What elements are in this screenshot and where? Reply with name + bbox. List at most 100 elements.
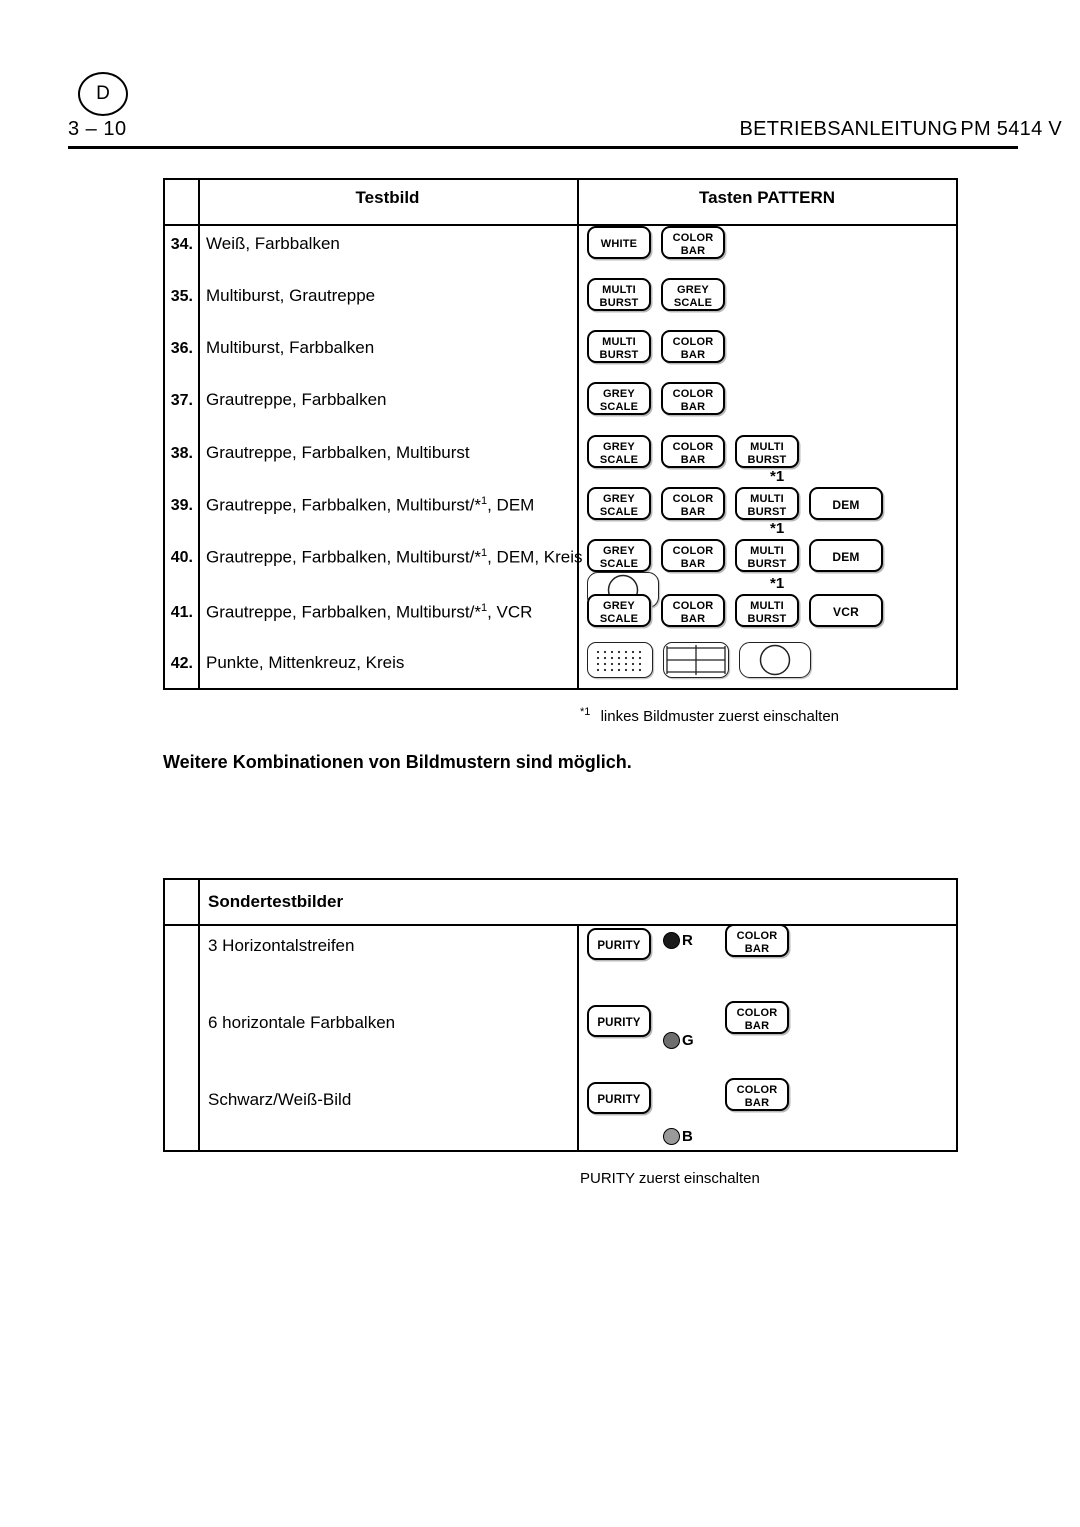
bold-note: Weitere Kombinationen von Bildmustern si… <box>163 752 632 772</box>
sondertestbilder-table: Sondertestbilder 3 Horizontalstreifen PU… <box>163 878 958 1152</box>
table-row-label: Weiß, Farbbalken <box>206 234 340 253</box>
table-row-number: 40. <box>170 549 193 566</box>
table-row-keys: WHITE COLOR BAR <box>587 226 725 259</box>
table-row-number: 41. <box>170 604 193 621</box>
table-row-label: Grautreppe, Farbbalken, Multiburst <box>206 443 470 462</box>
table1-center-column-divider <box>577 180 579 688</box>
key-purity[interactable]: PURITY <box>587 1082 651 1114</box>
key-color-bar[interactable]: COLOR BAR <box>661 487 725 520</box>
key-grey-scale[interactable]: GREY SCALE <box>587 594 651 627</box>
footnote-marker-star: *1 <box>770 575 785 592</box>
led-label: B <box>682 1128 693 1146</box>
table-row-label: Multiburst, Grautreppe <box>206 286 376 305</box>
language-badge-letter: D <box>96 83 110 104</box>
table2-row-keys: PURITY <box>587 928 651 960</box>
testbild-table: Testbild Tasten PATTERN 34. Weiß, Farbba… <box>163 178 958 690</box>
header-divider <box>68 146 1018 149</box>
table-row-label: Multiburst, Farbbalken <box>206 338 375 357</box>
key-dem[interactable]: DEM <box>809 487 883 520</box>
table-row-keys: MULTI BURST GREY SCALE <box>587 278 725 311</box>
key-multi-burst[interactable]: MULTI BURST <box>735 594 799 627</box>
key-white[interactable]: WHITE <box>587 226 651 259</box>
table-row-number: 42. <box>170 655 193 672</box>
table1-header-tasten: Tasten PATTERN <box>698 188 835 207</box>
table-row-label-pre: Grautreppe, Farbbalken, Multiburst/* <box>206 547 481 567</box>
footnote-marker-star: *1 <box>770 520 785 537</box>
key-grey-scale[interactable]: GREY SCALE <box>587 435 651 468</box>
dots-icon <box>596 650 642 672</box>
key-color-bar[interactable]: COLOR BAR <box>661 330 725 363</box>
key-multi-burst[interactable]: MULTI BURST <box>735 487 799 520</box>
key-color-bar[interactable]: COLOR BAR <box>725 924 789 957</box>
key-dots-pattern[interactable] <box>587 642 653 678</box>
key-multi-burst[interactable]: MULTI BURST <box>587 330 651 363</box>
led-indicator-g: G <box>663 1032 694 1050</box>
table1-header-divider <box>165 224 956 226</box>
table2-row-keys: PURITY <box>587 1082 651 1114</box>
key-grey-scale[interactable]: GREY SCALE <box>661 278 725 311</box>
table-row-keys: GREY SCALE COLOR BAR <box>587 382 725 415</box>
table-row-label-pre: Grautreppe, Farbbalken, Multiburst/* <box>206 602 481 622</box>
key-color-bar[interactable]: COLOR BAR <box>725 1001 789 1034</box>
crosshair-icon <box>666 645 726 675</box>
language-badge: D <box>78 72 128 116</box>
key-color-bar[interactable]: COLOR BAR <box>661 382 725 415</box>
key-color-bar[interactable]: COLOR BAR <box>725 1078 789 1111</box>
table-row-number: 36. <box>170 340 193 357</box>
led-indicator-b: B <box>663 1128 693 1146</box>
table-row-label-post: , DEM, Kreis <box>487 547 583 567</box>
key-grey-scale[interactable]: GREY SCALE <box>587 487 651 520</box>
table2-row-label: Schwarz/Weiß-Bild <box>208 1090 352 1109</box>
led-icon <box>663 932 680 950</box>
table2-header-divider <box>165 924 956 926</box>
table-row-keys <box>587 642 811 678</box>
key-color-bar[interactable]: COLOR BAR <box>661 594 725 627</box>
table1-header-testbild: Testbild <box>355 188 420 207</box>
table-row-label: Grautreppe, Farbbalken <box>206 390 387 409</box>
table-row-number: 39. <box>170 497 193 514</box>
table-row-label: Grautreppe, Farbbalken, Multiburst/*1, V… <box>206 602 532 623</box>
document-model: PM 5414 V <box>960 118 1062 140</box>
table-row-keys: GREY SCALE COLOR BAR MULTI BURST VCR <box>587 594 883 627</box>
table2-center-column-divider <box>577 924 579 1150</box>
table2-row-keys: PURITY <box>587 1005 651 1037</box>
table-row-label-pre: Grautreppe, Farbbalken, Multiburst/* <box>206 495 481 515</box>
key-multi-burst[interactable]: MULTI BURST <box>587 278 651 311</box>
table2-row-colorbar: COLOR BAR <box>725 1078 789 1111</box>
key-vcr[interactable]: VCR <box>809 594 883 627</box>
table1-footnote-text: linkes Bildmuster zuerst einschalten <box>600 708 840 725</box>
key-grey-scale[interactable]: GREY SCALE <box>587 539 651 572</box>
table2-row-colorbar: COLOR BAR <box>725 1001 789 1034</box>
led-label: G <box>682 1032 694 1050</box>
footnote-marker-star: *1 <box>770 468 785 485</box>
table-row-label-post: , DEM <box>487 495 535 515</box>
table-row-label: Punkte, Mittenkreuz, Kreis <box>206 653 405 672</box>
table2-number-column-divider <box>198 880 200 1150</box>
key-circle-pattern[interactable] <box>739 642 811 678</box>
table1-footnote: *1 linkes Bildmuster zuerst einschalten <box>580 706 839 725</box>
document-title: BETRIEBSANLEITUNG <box>739 118 958 140</box>
table2-row-label: 6 horizontale Farbbalken <box>208 1013 396 1032</box>
key-color-bar[interactable]: COLOR BAR <box>661 435 725 468</box>
key-grey-scale[interactable]: GREY SCALE <box>587 382 651 415</box>
table1-number-column-divider <box>198 180 200 688</box>
key-purity[interactable]: PURITY <box>587 928 651 960</box>
table-row-number: 35. <box>170 288 193 305</box>
table-row-number: 34. <box>170 236 193 253</box>
table1-footnote-marker: *1 <box>580 706 591 718</box>
table2-row-label: 3 Horizontalstreifen <box>208 936 355 955</box>
table-row-label: Grautreppe, Farbbalken, Multiburst/*1, D… <box>206 495 534 516</box>
key-purity[interactable]: PURITY <box>587 1005 651 1037</box>
key-color-bar[interactable]: COLOR BAR <box>661 226 725 259</box>
page-number: 3 – 10 <box>68 118 127 140</box>
table-row-number: 38. <box>170 445 193 462</box>
key-dem[interactable]: DEM <box>809 539 883 572</box>
key-color-bar[interactable]: COLOR BAR <box>661 539 725 572</box>
led-indicator-r: R <box>663 932 693 950</box>
key-crosshair-pattern[interactable] <box>663 642 729 678</box>
table-row-label-post: , VCR <box>487 602 533 622</box>
led-icon <box>663 1128 680 1146</box>
key-multi-burst[interactable]: MULTI BURST <box>735 435 799 468</box>
led-label: R <box>682 932 693 950</box>
key-multi-burst[interactable]: MULTI BURST <box>735 539 799 572</box>
